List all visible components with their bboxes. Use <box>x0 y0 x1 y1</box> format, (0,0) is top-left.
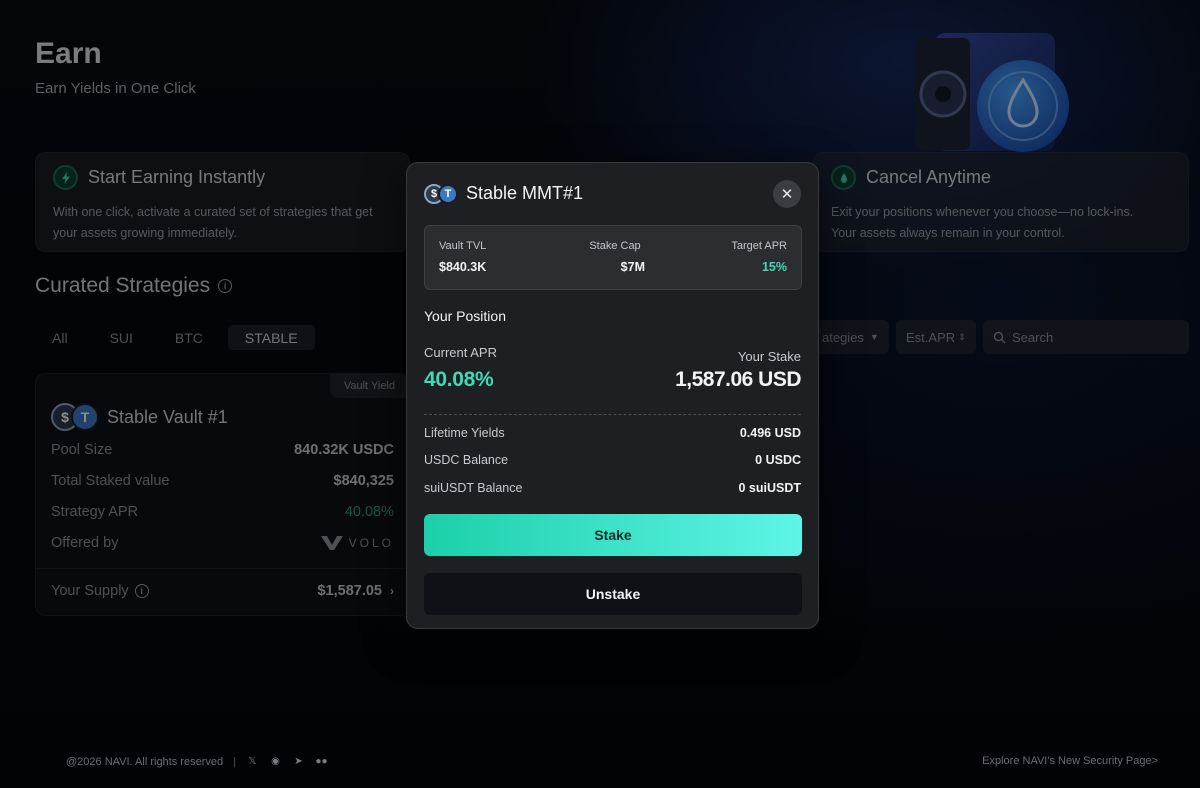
stake-cap-stat: Stake Cap $7M <box>589 240 645 274</box>
vault-tvl-stat: Vault TVL $840.3K <box>439 240 487 274</box>
close-button[interactable]: ✕ <box>773 180 801 208</box>
your-stake-label: Your Stake <box>737 349 801 364</box>
usdc-balance-row: USDC Balance 0 USDC <box>424 453 801 467</box>
usdt-icon: T <box>438 183 458 204</box>
stake-button[interactable]: Stake <box>424 514 802 556</box>
copyright: @2026 NAVI. All rights reserved <box>66 755 224 768</box>
your-stake-value: 1,587.06 USD <box>675 368 801 391</box>
social-links: 𝕏 ◉ ➤ ●● <box>246 755 328 768</box>
unstake-button[interactable]: Unstake <box>424 573 802 615</box>
vault-stats: Vault TVL $840.3K Stake Cap $7M Target A… <box>424 225 802 290</box>
x-icon[interactable]: 𝕏 <box>246 755 259 768</box>
security-page-link[interactable]: Explore NAVI's New Security Page> <box>982 755 1158 767</box>
stake-modal: $ T Stable MMT#1 ✕ Vault TVL $840.3K Sta… <box>406 162 819 629</box>
discord-icon[interactable]: ◉ <box>269 755 282 768</box>
target-apr-stat: Target APR 15% <box>731 240 787 274</box>
current-apr-value: 40.08% <box>424 368 494 391</box>
telegram-icon[interactable]: ➤ <box>292 755 305 768</box>
close-icon: ✕ <box>780 186 794 203</box>
lifetime-yields-row: Lifetime Yields 0.496 USD <box>424 426 801 440</box>
suiusdt-balance-row: suiUSDT Balance 0 suiUSDT <box>424 481 801 495</box>
your-position-heading: Your Position <box>424 308 506 324</box>
current-apr-label: Current APR <box>424 345 497 360</box>
token-pair-icon: $ T <box>424 183 458 204</box>
medium-icon[interactable]: ●● <box>315 755 328 768</box>
dashed-divider <box>424 414 801 415</box>
footer-separator: | <box>233 755 236 768</box>
modal-title: Stable MMT#1 <box>466 183 584 203</box>
footer: @2026 NAVI. All rights reserved | 𝕏 ◉ ➤ … <box>66 755 328 768</box>
